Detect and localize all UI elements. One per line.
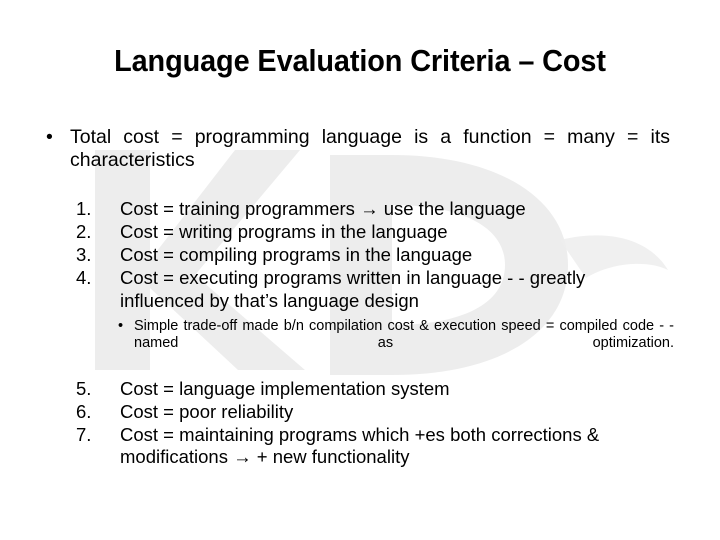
title-placeholder: Language Evaluation Criteria – Cost: [0, 43, 720, 78]
main-bullet-text: Total cost = programming language is a f…: [70, 126, 670, 171]
list-item-number: 4.: [76, 266, 92, 288]
list-item: 4. Cost = executing programs written in …: [76, 267, 672, 313]
main-bullet-item: • Total cost = programming language is a…: [44, 126, 670, 194]
list-item: 3. Cost = compiling programs in the lang…: [76, 244, 672, 267]
list-item-text: Cost = writing programs in the language: [120, 221, 448, 243]
list-item-text: Cost = poor reliability: [120, 400, 294, 422]
sub-bullet-list: • Simple trade-off made b/n compilation …: [0, 318, 720, 370]
bullet-glyph-icon: •: [46, 126, 53, 148]
sub-bullet-glyph-icon: •: [118, 317, 124, 334]
page-title: Language Evaluation Criteria – Cost: [114, 43, 606, 78]
list-item-text: Cost = compiling programs in the languag…: [120, 244, 473, 266]
list-item-number: 2.: [76, 221, 92, 243]
list-item-number: 1.: [76, 198, 92, 220]
sub-list-item: • Simple trade-off made b/n compilation …: [118, 318, 674, 370]
sub-list-item-text: Simple trade-off made b/n compilation co…: [134, 317, 674, 352]
list-item: 1. Cost = training programmers → use the…: [76, 198, 672, 221]
list-item: 6. Cost = poor reliability: [76, 401, 672, 424]
list-item-number: 7.: [76, 423, 92, 445]
list-item: 7. Cost = maintaining programs which +es…: [76, 424, 672, 470]
list-item: 5. Cost = language implementation system: [76, 378, 672, 401]
list-item-text: Cost = language implementation system: [120, 377, 450, 399]
presentation-slide: Language Evaluation Criteria – Cost • To…: [0, 0, 720, 540]
list-item-number: 5.: [76, 377, 92, 399]
list-item-number: 6.: [76, 400, 92, 422]
list-item: 2. Cost = writing programs in the langua…: [76, 221, 672, 244]
list-item-text: Cost = maintaining programs which +es bo…: [120, 423, 600, 468]
list-item-text: Cost = training programmers → use the la…: [120, 198, 526, 220]
list-item-number: 3.: [76, 244, 92, 266]
content-placeholder: • Total cost = programming language is a…: [0, 126, 720, 469]
numbered-list: 1. Cost = training programmers → use the…: [0, 198, 720, 469]
list-item-text: Cost = executing programs written in lan…: [120, 266, 586, 311]
